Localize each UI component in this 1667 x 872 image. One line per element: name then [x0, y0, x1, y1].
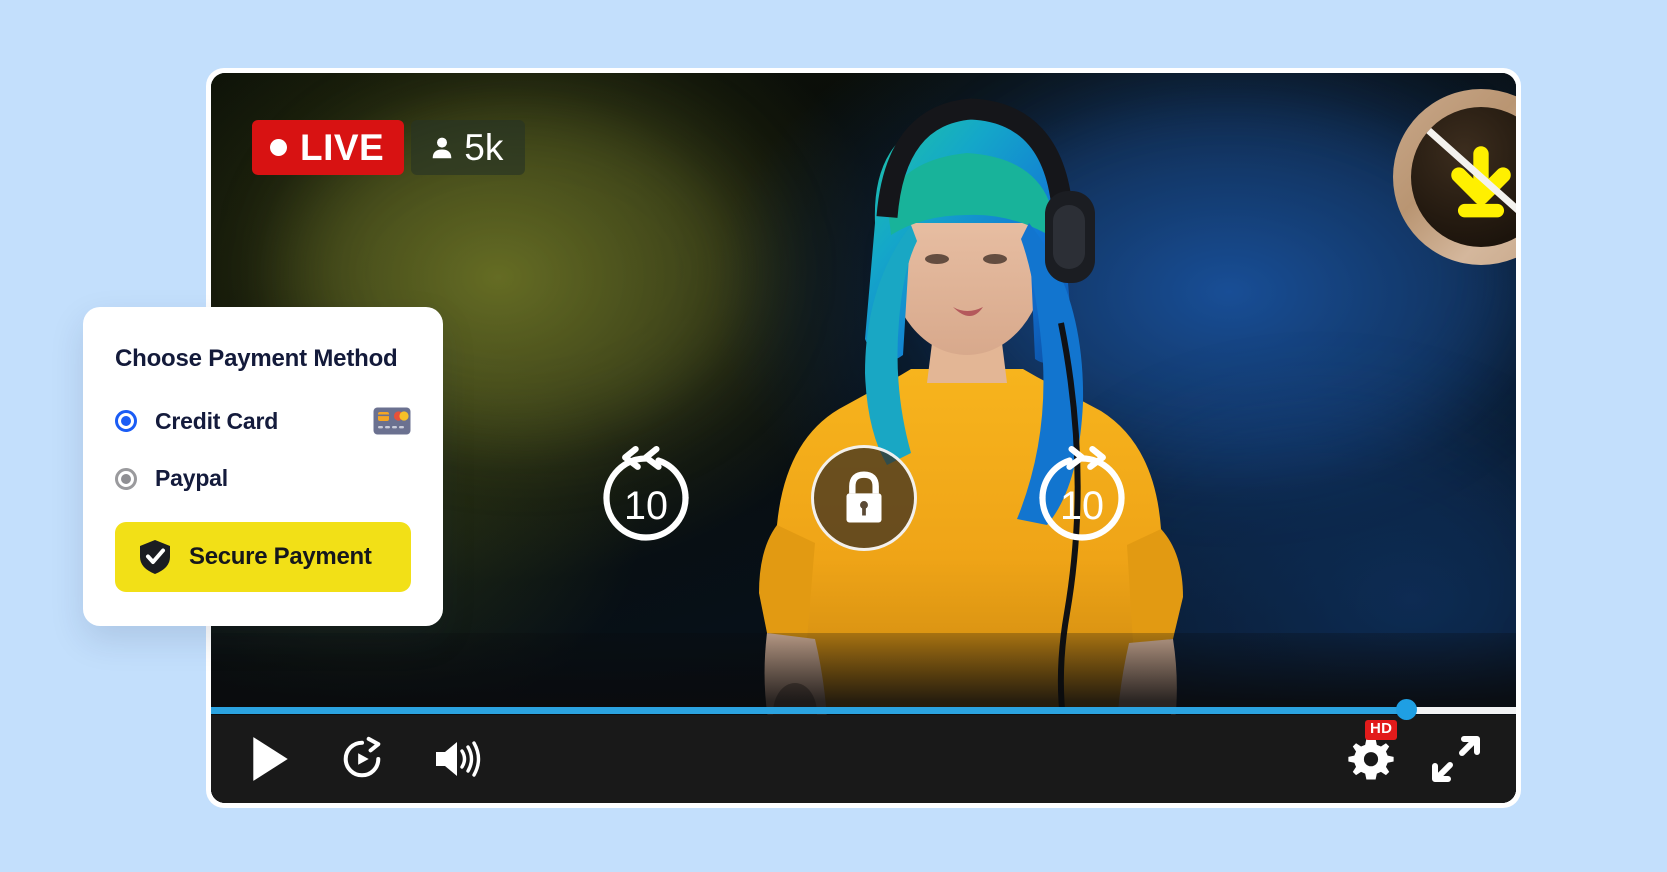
progress-fill	[211, 707, 1407, 714]
live-badge: LIVE	[252, 120, 405, 175]
viewer-count-label: 5k	[464, 127, 504, 168]
secure-payment-button[interactable]: Secure Payment	[115, 522, 411, 592]
payment-option-credit-card[interactable]: Credit Card	[115, 407, 411, 435]
shield-check-icon	[140, 540, 170, 574]
viewer-count-badge: 5k	[411, 120, 526, 175]
replay-loop-icon	[343, 736, 381, 778]
payment-method-card: Choose Payment Method Credit Card Paypal	[83, 307, 443, 626]
lock-button[interactable]	[810, 445, 917, 551]
credit-card-icon	[373, 407, 411, 435]
play-button[interactable]	[249, 735, 291, 783]
hd-quality-badge: HD	[1365, 720, 1398, 740]
settings-button[interactable]: HD	[1348, 720, 1398, 782]
rewind-seconds-label: 10	[624, 484, 668, 528]
payment-option-label: Paypal	[155, 465, 228, 491]
payment-card-title: Choose Payment Method	[115, 345, 398, 372]
secure-payment-label: Secure Payment	[189, 543, 372, 570]
download-blocked-badge[interactable]	[1393, 89, 1516, 265]
progress-bar[interactable]	[211, 699, 1516, 720]
volume-button[interactable]	[433, 738, 481, 780]
gear-icon	[1348, 738, 1394, 780]
fullscreen-expand-icon	[1432, 736, 1480, 782]
forward-10-button[interactable]: 10	[1030, 446, 1134, 550]
download-blocked-icon	[1411, 107, 1516, 247]
rewind-10-button[interactable]: 10	[594, 446, 698, 550]
controls-right-group: HD	[1348, 720, 1480, 783]
radio-credit-card[interactable]	[115, 410, 137, 432]
player-control-bar: HD	[211, 715, 1516, 803]
live-label: LIVE	[300, 127, 385, 168]
volume-icon	[436, 741, 481, 777]
payment-option-label: Credit Card	[155, 407, 279, 434]
stream-status-badges: LIVE 5k	[252, 120, 526, 175]
person-icon	[432, 137, 452, 158]
forward-seconds-label: 10	[1060, 484, 1104, 528]
replay-button[interactable]	[339, 736, 385, 782]
fullscreen-button[interactable]	[1432, 735, 1480, 783]
radio-paypal[interactable]	[115, 467, 137, 490]
play-icon	[253, 737, 288, 781]
lock-icon	[846, 471, 881, 523]
live-dot-icon	[270, 139, 287, 156]
payment-option-paypal[interactable]: Paypal	[115, 465, 411, 492]
controls-left-group	[249, 735, 481, 783]
